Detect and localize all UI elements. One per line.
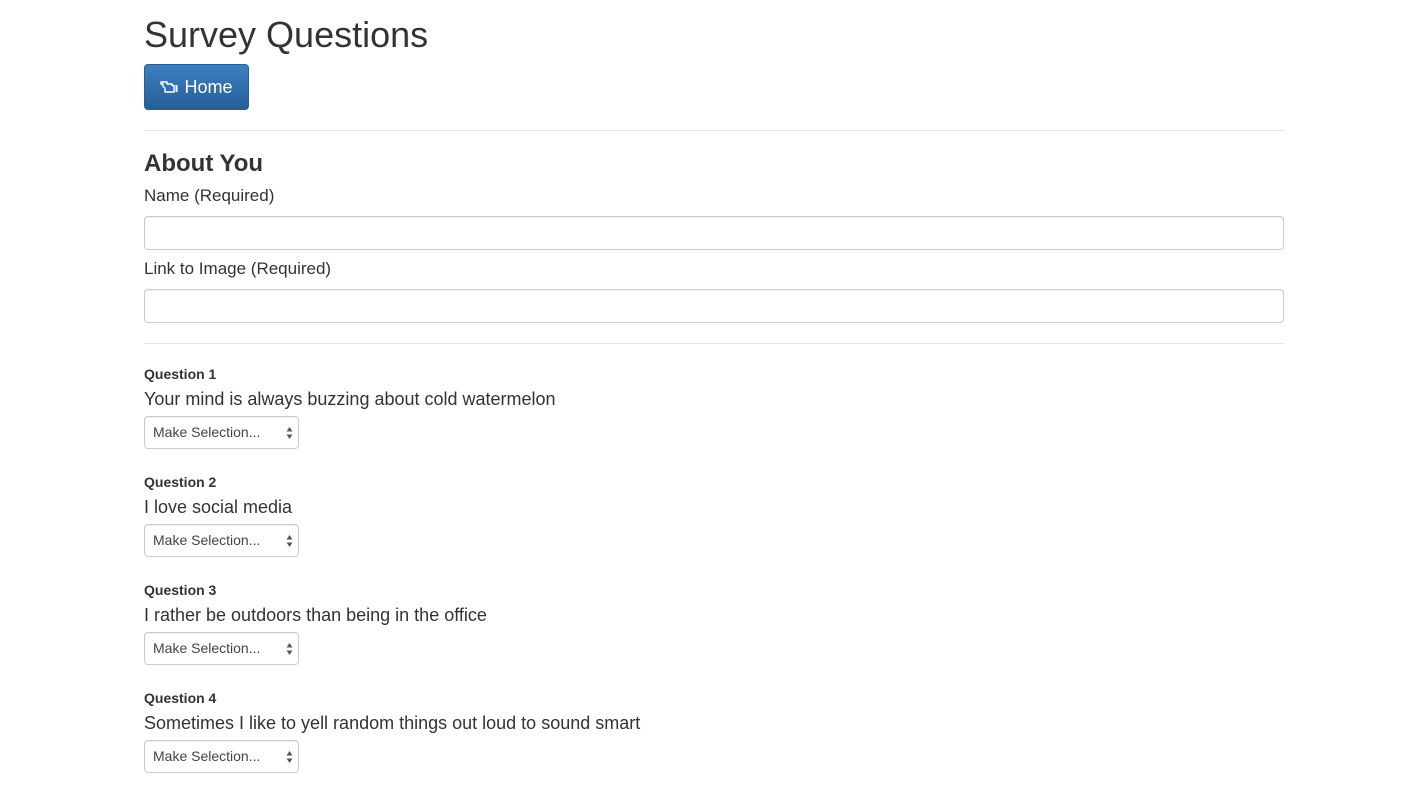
section-title-about-you: About You: [144, 150, 264, 177]
header-divider: [144, 130, 1284, 131]
hand-pointer-icon: [160, 80, 178, 94]
question-3-select[interactable]: Make Selection...: [144, 632, 299, 665]
select-arrows-icon: [286, 751, 293, 763]
select-value: Make Selection...: [153, 424, 261, 440]
question-heading: Question 2: [144, 474, 217, 490]
question-heading: Question 3: [144, 582, 217, 598]
question-heading: Question 1: [144, 366, 217, 382]
question-1: Question 1 Your mind is always buzzing a…: [144, 366, 1284, 466]
select-value: Make Selection...: [153, 532, 261, 548]
home-button[interactable]: Home: [144, 64, 249, 110]
question-2-select[interactable]: Make Selection...: [144, 524, 299, 557]
question-text: Sometimes I like to yell random things o…: [144, 713, 641, 733]
select-arrows-icon: [286, 535, 293, 547]
question-heading: Question 4: [144, 690, 217, 706]
name-input[interactable]: [144, 216, 1284, 250]
home-button-label: Home: [184, 76, 233, 97]
question-text: Your mind is always buzzing about cold w…: [144, 389, 556, 409]
page-title: Survey Questions: [144, 14, 429, 55]
select-value: Make Selection...: [153, 640, 261, 656]
select-value: Make Selection...: [153, 748, 261, 764]
question-2: Question 2 I love social media Make Sele…: [144, 474, 1284, 574]
section-divider: [144, 343, 1284, 344]
select-arrows-icon: [286, 427, 293, 439]
question-text: I rather be outdoors than being in the o…: [144, 605, 487, 625]
image-link-input[interactable]: [144, 289, 1284, 323]
question-3: Question 3 I rather be outdoors than bei…: [144, 582, 1284, 682]
image-link-label: Link to Image (Required): [144, 259, 332, 278]
question-1-select[interactable]: Make Selection...: [144, 416, 299, 449]
select-arrows-icon: [286, 643, 293, 655]
name-label: Name (Required): [144, 186, 275, 205]
question-text: I love social media: [144, 497, 293, 517]
question-4: Question 4 Sometimes I like to yell rand…: [144, 690, 1284, 790]
question-4-select[interactable]: Make Selection...: [144, 740, 299, 773]
